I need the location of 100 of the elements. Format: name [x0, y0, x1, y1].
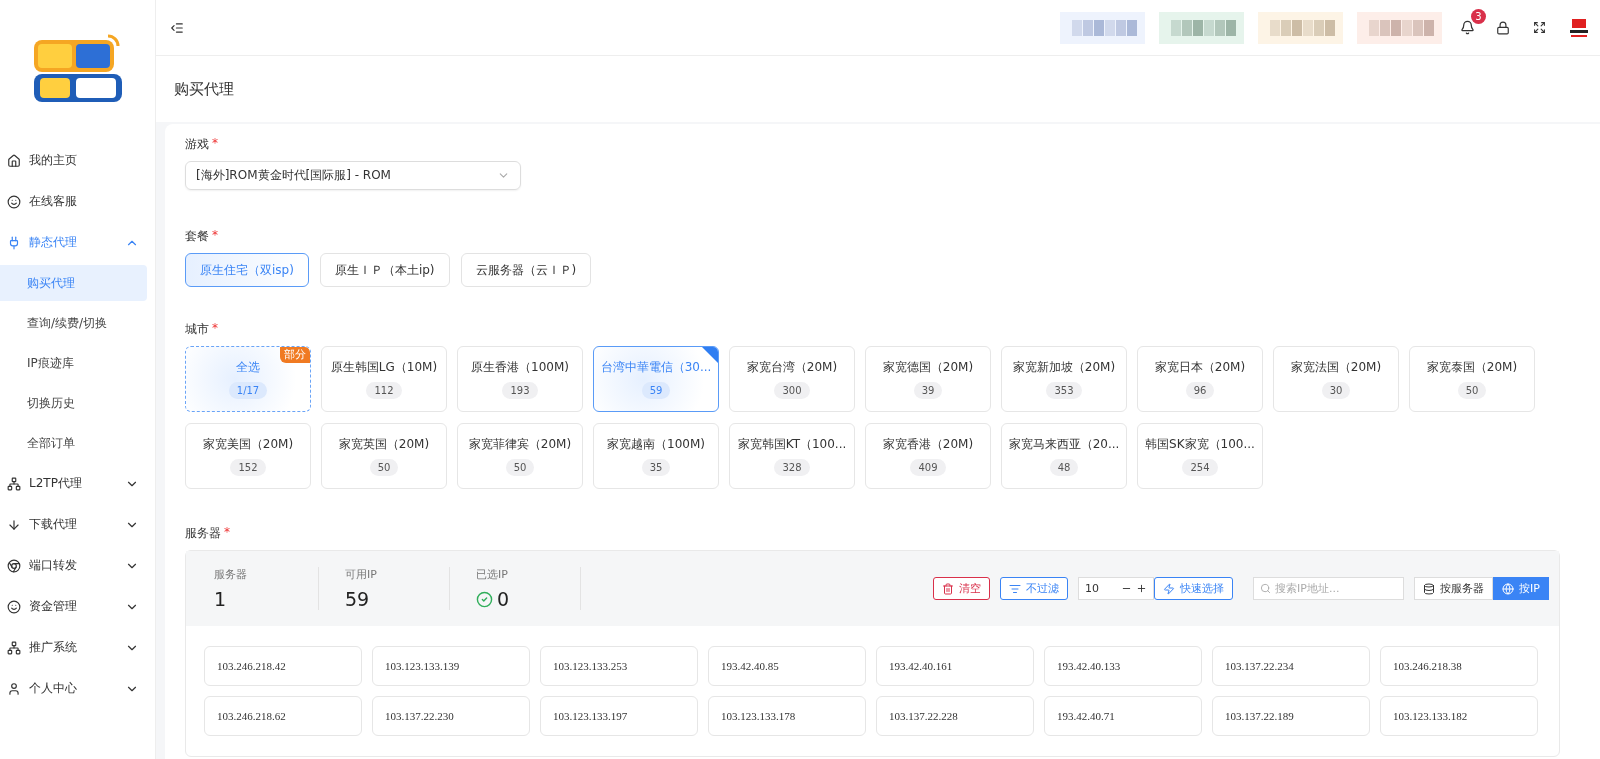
quantity-field[interactable]: 10: [1078, 577, 1155, 600]
stat-value: 59: [345, 588, 370, 610]
collapse-menu-icon[interactable]: [170, 20, 184, 35]
home-icon: [7, 153, 21, 168]
browser-icon: [7, 558, 21, 573]
sidebar-item[interactable]: 个人中心: [0, 668, 155, 709]
stat-label: 服务器: [214, 567, 248, 582]
plug-icon: [7, 235, 21, 250]
city-name: 家宽法国（20M): [1290, 359, 1382, 376]
city-card[interactable]: 家宽香港（20M) 409: [865, 423, 991, 489]
city-card[interactable]: 韩国SK家宽（100... 254: [1137, 423, 1263, 489]
city-card[interactable]: 家宽泰国（20M) 50: [1409, 346, 1535, 412]
ip-option[interactable]: 193.42.40.71: [1044, 696, 1202, 736]
required-mark: *: [212, 321, 218, 337]
city-name: 台湾中華電信（30...: [600, 359, 712, 376]
ip-option[interactable]: 103.123.133.139: [372, 646, 530, 686]
plan-option[interactable]: 原生住宅（双isp): [185, 253, 309, 287]
database-icon: [1423, 582, 1436, 595]
ip-option[interactable]: 103.137.22.234: [1212, 646, 1370, 686]
select-all-card[interactable]: 全选 1/17 部分: [185, 346, 311, 412]
stat-value: 1: [214, 588, 227, 610]
city-card[interactable]: 家宽韩国KT（100... 328: [729, 423, 855, 489]
ip-option[interactable]: 103.137.22.189: [1212, 696, 1370, 736]
sidebar-item[interactable]: 端口转发: [0, 545, 155, 586]
ip-option[interactable]: 193.42.40.133: [1044, 646, 1202, 686]
field-label: 游戏: [185, 136, 209, 153]
city-card[interactable]: 家宽德国（20M) 39: [865, 346, 991, 412]
quick-select-button[interactable]: 快速选择: [1154, 577, 1234, 600]
city-name: 家宽新加坡（20M): [1012, 359, 1116, 376]
game-select[interactable]: [海外]ROM黄金时代[国际服] - ROM: [185, 161, 521, 190]
sidebar-subitem[interactable]: 切换历史: [0, 385, 147, 421]
ip-option[interactable]: 193.42.40.85: [708, 646, 866, 686]
sidebar-subitem[interactable]: IP痕迹库: [0, 345, 147, 381]
city-card[interactable]: 家宽越南（100M) 35: [593, 423, 719, 489]
stat-value: 0: [497, 588, 510, 610]
ip-option[interactable]: 103.246.218.42: [204, 646, 362, 686]
plus-icon[interactable]: [1136, 583, 1148, 594]
field-label: 套餐: [185, 228, 209, 245]
city-card[interactable]: 家宽台湾（20M) 300: [729, 346, 855, 412]
city-name: 家宽韩国KT（100...: [737, 436, 847, 453]
city-name: 家宽香港（20M): [882, 436, 974, 453]
sidebar-subitem[interactable]: 查询/续费/切换: [0, 305, 147, 341]
field-label: 服务器: [185, 525, 221, 542]
city-card[interactable]: 原生韩国LG（10M) 112: [321, 346, 447, 412]
city-card[interactable]: 家宽菲律宾（20M) 50: [457, 423, 583, 489]
sidebar-item[interactable]: 下载代理: [0, 504, 155, 545]
required-mark: *: [212, 228, 218, 244]
sidebar-item[interactable]: 资金管理: [0, 586, 155, 627]
city-card[interactable]: 家宽美国（20M) 152: [185, 423, 311, 489]
page-title: 购买代理: [156, 56, 1600, 122]
ip-option[interactable]: 103.123.133.182: [1380, 696, 1538, 736]
ip-option[interactable]: 103.137.22.228: [876, 696, 1034, 736]
city-card[interactable]: 家宽日本（20M) 96: [1137, 346, 1263, 412]
ip-option[interactable]: 103.123.133.178: [708, 696, 866, 736]
city-card[interactable]: 家宽新加坡（20M) 353: [1001, 346, 1127, 412]
required-mark: *: [212, 136, 218, 152]
sidebar-item[interactable]: 我的主页: [0, 140, 155, 181]
city-name: 家宽德国（20M): [882, 359, 974, 376]
ip-option[interactable]: 193.42.40.161: [876, 646, 1034, 686]
sidebar-item[interactable]: 静态代理: [0, 222, 155, 263]
network-icon: [7, 640, 21, 655]
lock-icon: [1496, 20, 1510, 35]
required-mark: *: [224, 525, 230, 541]
ip-option[interactable]: 103.246.218.38: [1380, 646, 1538, 686]
ip-count: 328: [774, 459, 810, 476]
city-name: 全选: [236, 359, 260, 376]
ip-count: 50: [505, 459, 535, 476]
sidebar-item[interactable]: 在线客服: [0, 181, 155, 222]
view-mode-tab[interactable]: 按服务器: [1414, 577, 1494, 600]
globe-icon: [1502, 582, 1515, 595]
city-name: 家宽泰国（20M): [1426, 359, 1518, 376]
ip-option[interactable]: 103.137.22.230: [372, 696, 530, 736]
sidebar-subitem[interactable]: 全部订单: [0, 425, 147, 461]
ip-count: 30: [1321, 382, 1351, 399]
ip-count: 254: [1182, 459, 1218, 476]
user-icon: [7, 681, 21, 696]
sidebar-item[interactable]: 推广系统: [0, 627, 155, 668]
clear-button[interactable]: 清空: [933, 577, 991, 600]
city-card[interactable]: 家宽马来西亚（20... 48: [1001, 423, 1127, 489]
plan-option[interactable]: 云服务器（云ＩＰ): [460, 253, 592, 287]
city-card[interactable]: 家宽英国（20M) 50: [321, 423, 447, 489]
ip-count: 96: [1185, 382, 1215, 399]
ip-count: 35: [641, 459, 671, 476]
ip-option[interactable]: 103.123.133.253: [540, 646, 698, 686]
filter-button[interactable]: 不过滤: [1000, 577, 1069, 600]
smile-icon: [7, 599, 21, 614]
ip-option[interactable]: 103.123.133.197: [540, 696, 698, 736]
city-card[interactable]: 原生香港（100M) 193: [457, 346, 583, 412]
city-card[interactable]: 台湾中華電信（30... 59: [593, 346, 719, 412]
city-card[interactable]: 家宽法国（20M) 30: [1273, 346, 1399, 412]
city-name: 家宽越南（100M): [607, 436, 705, 453]
view-mode-tab[interactable]: 按IP: [1493, 577, 1549, 600]
city-name: 韩国SK家宽（100...: [1145, 436, 1255, 453]
ip-option[interactable]: 103.246.218.62: [204, 696, 362, 736]
plan-option[interactable]: 原生ＩＰ（本土ip): [319, 253, 450, 287]
city-name: 家宽日本（20M): [1154, 359, 1246, 376]
ip-count: 1/17: [228, 382, 268, 399]
sidebar-item[interactable]: L2TP代理: [0, 463, 155, 504]
ip-count: 112: [366, 382, 402, 399]
smile-icon: [7, 194, 21, 209]
